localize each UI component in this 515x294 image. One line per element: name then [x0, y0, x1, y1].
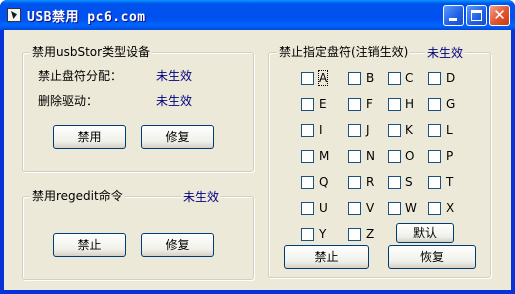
- drive-r-checkbox[interactable]: [348, 176, 361, 189]
- usb-repair-button[interactable]: 修复: [141, 125, 214, 149]
- drive-u-label[interactable]: U: [319, 201, 328, 215]
- drive-alloc-label: 禁止盘符分配：: [38, 69, 123, 83]
- drive-t-label[interactable]: T: [446, 175, 453, 189]
- drive-disable-button[interactable]: 禁止: [284, 245, 369, 269]
- drive-h-label[interactable]: H: [405, 97, 414, 111]
- drive-h-checkbox[interactable]: [388, 98, 401, 111]
- regedit-repair-button[interactable]: 修复: [141, 233, 214, 257]
- drive-k-checkbox[interactable]: [388, 124, 401, 137]
- drive-w-checkbox[interactable]: [388, 202, 401, 215]
- drive-v-label[interactable]: V: [366, 201, 374, 215]
- close-icon: ✕: [493, 6, 506, 24]
- window-title: USB禁用 pc6.com: [27, 10, 146, 25]
- drive-j-checkbox[interactable]: [348, 124, 361, 137]
- drive-a-label[interactable]: A: [317, 70, 329, 86]
- minimize-button[interactable]: [443, 5, 464, 26]
- drive-g-label[interactable]: G: [446, 97, 455, 111]
- drive-l-checkbox[interactable]: [428, 124, 441, 137]
- window-frame-right: [511, 30, 515, 294]
- drive-x-checkbox[interactable]: [428, 202, 441, 215]
- drive-q-label[interactable]: Q: [319, 175, 328, 189]
- title-bar[interactable]: USB禁用 pc6.com ✕: [0, 0, 515, 30]
- drive-w-label[interactable]: W: [405, 201, 417, 215]
- drive-letters-legend: 禁止指定盘符(注销生效): [277, 45, 411, 60]
- drive-n-label[interactable]: N: [366, 149, 375, 163]
- remove-driver-status: 未生效: [156, 94, 193, 108]
- drive-d-checkbox[interactable]: [428, 72, 441, 85]
- drive-letters-status: 未生效: [425, 46, 466, 60]
- drive-z-label[interactable]: Z: [366, 227, 374, 241]
- drive-s-label[interactable]: S: [405, 175, 413, 189]
- drive-t-checkbox[interactable]: [428, 176, 441, 189]
- app-icon[interactable]: [7, 8, 21, 22]
- minimize-icon: [449, 18, 457, 21]
- drive-alloc-status: 未生效: [156, 69, 193, 83]
- close-button[interactable]: ✕: [489, 5, 510, 26]
- drive-b-label[interactable]: B: [366, 71, 374, 85]
- drive-f-label[interactable]: F: [366, 97, 373, 111]
- drive-y-label[interactable]: Y: [319, 227, 326, 241]
- drive-a-checkbox[interactable]: [301, 72, 314, 85]
- drive-d-label[interactable]: D: [446, 71, 455, 85]
- default-button[interactable]: 默认: [396, 223, 454, 243]
- drive-m-label[interactable]: M: [319, 149, 329, 163]
- drive-g-checkbox[interactable]: [428, 98, 441, 111]
- drive-l-label[interactable]: L: [446, 123, 453, 137]
- drive-e-label[interactable]: E: [319, 97, 327, 111]
- drive-p-label[interactable]: P: [446, 149, 453, 163]
- drive-j-label[interactable]: J: [366, 123, 370, 137]
- drive-i-checkbox[interactable]: [301, 124, 314, 137]
- drive-restore-button[interactable]: 恢复: [388, 245, 476, 269]
- remove-driver-label: 删除驱动：: [38, 94, 99, 108]
- drive-r-label[interactable]: R: [366, 175, 374, 189]
- drive-x-label[interactable]: X: [446, 201, 454, 215]
- drive-c-label[interactable]: C: [405, 71, 413, 85]
- drive-v-checkbox[interactable]: [348, 202, 361, 215]
- usb-storage-group: 禁用usbStor类型设备 禁止盘符分配： 未生效 删除驱动： 未生效 禁用 修…: [22, 45, 254, 172]
- app-window: USB禁用 pc6.com ✕ 禁用usbStor类型设备 禁止盘符分配： 未生…: [0, 0, 515, 294]
- usb-disable-button[interactable]: 禁用: [53, 125, 126, 149]
- drive-m-checkbox[interactable]: [301, 150, 314, 163]
- usb-storage-legend: 禁用usbStor类型设备: [30, 45, 153, 60]
- drive-q-checkbox[interactable]: [301, 176, 314, 189]
- regedit-disable-button[interactable]: 禁止: [53, 233, 126, 257]
- drive-p-checkbox[interactable]: [428, 150, 441, 163]
- drive-u-checkbox[interactable]: [301, 202, 314, 215]
- maximize-icon: [471, 10, 482, 21]
- maximize-button[interactable]: [466, 5, 487, 26]
- drive-n-checkbox[interactable]: [348, 150, 361, 163]
- drive-s-checkbox[interactable]: [388, 176, 401, 189]
- drive-e-checkbox[interactable]: [301, 98, 314, 111]
- drive-z-checkbox[interactable]: [348, 228, 361, 241]
- regedit-status: 未生效: [181, 190, 222, 204]
- drive-k-label[interactable]: K: [405, 123, 413, 137]
- drive-b-checkbox[interactable]: [348, 72, 361, 85]
- drive-c-checkbox[interactable]: [388, 72, 401, 85]
- window-frame-bottom: [0, 290, 515, 294]
- client-area: 禁用usbStor类型设备 禁止盘符分配： 未生效 删除驱动： 未生效 禁用 修…: [4, 30, 511, 290]
- drive-o-checkbox[interactable]: [388, 150, 401, 163]
- drive-o-label[interactable]: O: [405, 149, 414, 163]
- drive-y-checkbox[interactable]: [301, 228, 314, 241]
- drive-i-label[interactable]: I: [319, 123, 323, 137]
- regedit-legend: 禁用regedit命令: [30, 189, 125, 204]
- drive-f-checkbox[interactable]: [348, 98, 361, 111]
- regedit-group: 禁用regedit命令 未生效 禁止 修复: [22, 189, 254, 280]
